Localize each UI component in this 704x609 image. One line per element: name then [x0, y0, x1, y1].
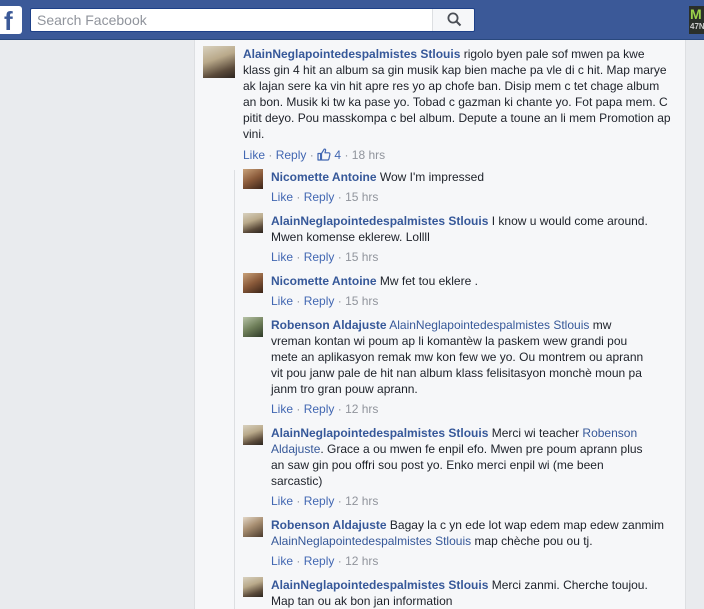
comment-body: Robenson Aldajuste AlainNeglapointedespa… — [271, 317, 651, 397]
reply-link[interactable]: Reply — [304, 554, 335, 568]
comment-body: Nicomette Antoine Wow I'm impressed — [271, 169, 671, 185]
comment-actions: Like · Reply · 4 · 18 hrs — [243, 148, 386, 162]
avatar[interactable] — [243, 273, 263, 293]
comment-text: Merci wi teacher — [488, 426, 583, 440]
comment-author[interactable]: AlainNeglapointedespalmistes Stlouis — [271, 426, 488, 440]
avatar[interactable] — [203, 46, 235, 78]
avatar[interactable] — [243, 517, 263, 537]
search-box — [30, 8, 475, 32]
avatar[interactable] — [243, 425, 263, 445]
comment-author[interactable]: Nicomette Antoine — [271, 274, 377, 288]
mention-link[interactable]: AlainNeglapointedespalmistes Stlouis — [271, 534, 471, 548]
timestamp[interactable]: 12 hrs — [345, 494, 378, 508]
comment-author[interactable]: AlainNeglapointedespalmistes Stlouis — [271, 578, 488, 592]
timestamp[interactable]: 15 hrs — [345, 190, 378, 204]
comment-author[interactable]: AlainNeglapointedespalmistes Stlouis — [271, 214, 488, 228]
mention-link[interactable]: AlainNeglapointedespalmistes Stlouis — [389, 318, 589, 332]
reply-link[interactable]: Reply — [304, 402, 335, 416]
timestamp[interactable]: 15 hrs — [345, 294, 378, 308]
comment-text: . Grace a ou mwen fe enpil efo. Mwen pre… — [271, 442, 643, 488]
comment-actions: Like · Reply · 12 hrs — [271, 554, 379, 568]
search-icon — [447, 12, 462, 27]
comment-actions: Like · Reply · 15 hrs — [271, 250, 379, 264]
top-navigation-bar: f M 47N — [0, 0, 704, 40]
like-link[interactable]: Like — [243, 148, 265, 162]
comment-actions: Like · Reply · 12 hrs — [271, 494, 379, 508]
comment-text: Mw fet tou eklere . — [376, 274, 478, 288]
reply-link[interactable]: Reply — [304, 190, 335, 204]
comment-author[interactable]: Nicomette Antoine — [271, 170, 377, 184]
like-link[interactable]: Like — [271, 554, 293, 568]
facebook-logo-icon[interactable]: f — [0, 6, 22, 36]
comment-author[interactable]: Robenson Aldajuste — [271, 518, 387, 532]
avatar[interactable] — [243, 317, 263, 337]
avatar[interactable] — [243, 169, 263, 189]
comment-actions: Like · Reply · 15 hrs — [271, 294, 379, 308]
thumbs-up-icon — [317, 148, 331, 161]
like-link[interactable]: Like — [271, 294, 293, 308]
like-link[interactable]: Like — [271, 494, 293, 508]
comment-body: AlainNeglapointedespalmistes Stlouis Mer… — [271, 425, 651, 489]
like-count[interactable]: 4 — [317, 148, 341, 162]
reply-link[interactable]: Reply — [304, 250, 335, 264]
like-link[interactable]: Like — [271, 190, 293, 204]
comment-text: rigolo byen pale sof mwen pa kwe klass g… — [243, 47, 671, 141]
search-button[interactable] — [432, 9, 474, 31]
reply-link[interactable]: Reply — [276, 148, 307, 162]
comment-body: AlainNeglapointedespalmistes Stlouis Mer… — [271, 577, 671, 609]
timestamp[interactable]: 18 hrs — [352, 148, 385, 162]
timestamp[interactable]: 12 hrs — [345, 402, 378, 416]
comment-body: AlainNeglapointedespalmistes Stlouis I k… — [271, 213, 661, 245]
comment-actions: Like · Reply · 15 hrs — [271, 190, 379, 204]
reply-link[interactable]: Reply — [304, 294, 335, 308]
like-link[interactable]: Like — [271, 250, 293, 264]
reply-link[interactable]: Reply — [304, 494, 335, 508]
comment-body: Robenson Aldajuste Bagay la c yn ede lot… — [271, 517, 671, 549]
timestamp[interactable]: 15 hrs — [345, 250, 378, 264]
search-input[interactable] — [31, 9, 431, 31]
comment-text: Bagay la c yn ede lot wap edem map edew … — [386, 518, 665, 532]
like-link[interactable]: Like — [271, 402, 293, 416]
comment-text: Wow I'm impressed — [376, 170, 484, 184]
comment-body: Nicomette Antoine Mw fet tou eklere . — [271, 273, 671, 289]
app-badge[interactable]: M 47N — [689, 6, 704, 34]
avatar[interactable] — [243, 213, 263, 233]
reply-thread-line — [234, 170, 235, 609]
comment-author[interactable]: Robenson Aldajuste — [271, 318, 387, 332]
avatar[interactable] — [243, 577, 263, 597]
comment-actions: Like · Reply · 12 hrs — [271, 402, 379, 416]
comment-body: AlainNeglapointedespalmistes Stlouis rig… — [243, 46, 673, 142]
timestamp[interactable]: 12 hrs — [345, 554, 378, 568]
comment-author[interactable]: AlainNeglapointedespalmistes Stlouis — [243, 47, 460, 61]
comment-text: map chèche pou ou tj. — [471, 534, 593, 548]
